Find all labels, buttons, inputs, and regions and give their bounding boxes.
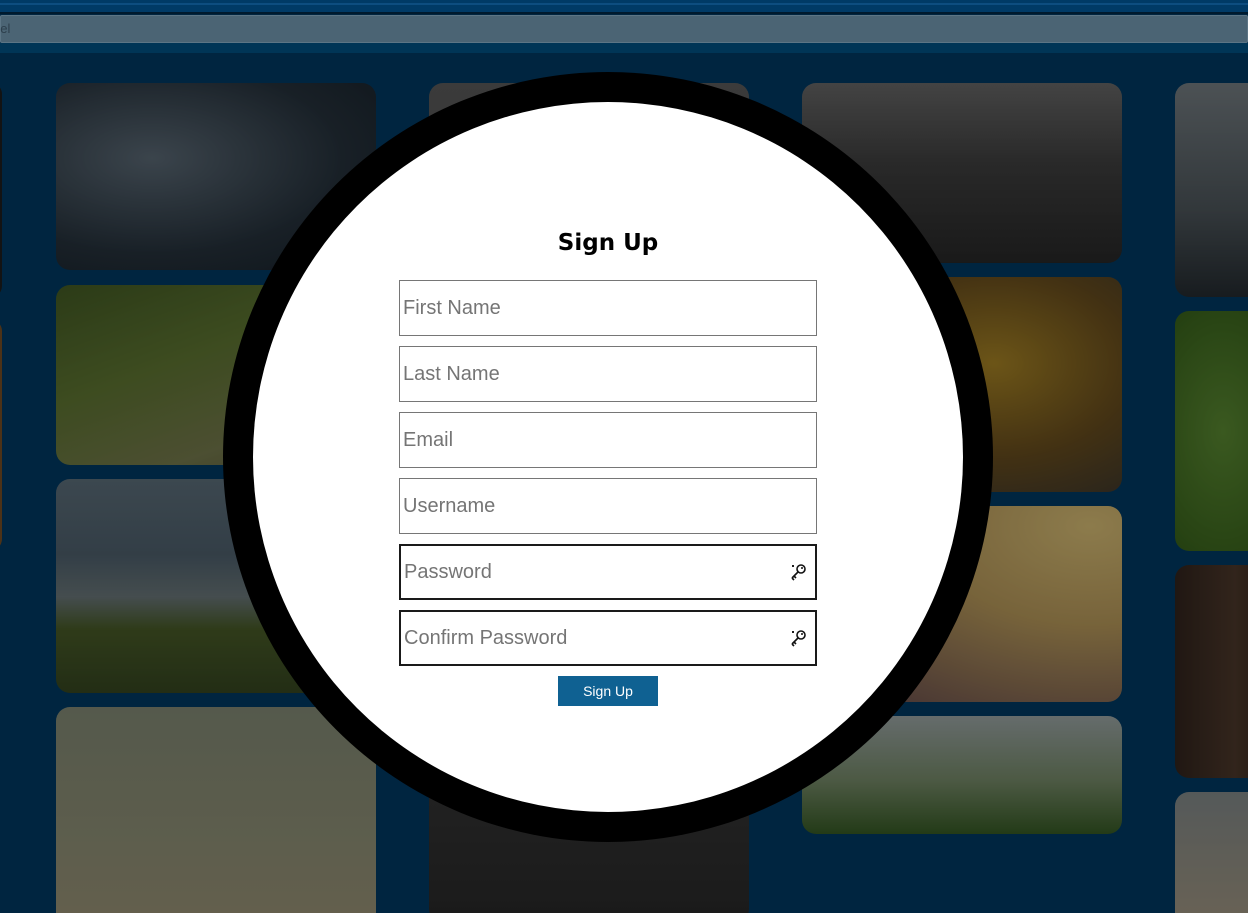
- gallery-image-beach[interactable]: [56, 707, 376, 913]
- confirm-password-input[interactable]: [401, 612, 815, 664]
- search-text: bel: [0, 21, 11, 36]
- header-strip: [0, 43, 1248, 53]
- gallery-image-edge[interactable]: [0, 83, 2, 297]
- email-field: [399, 412, 817, 468]
- gallery-image-town[interactable]: [1175, 83, 1248, 297]
- password-field: [399, 544, 817, 600]
- top-navigation-bar: [0, 0, 1248, 14]
- password-input[interactable]: [401, 546, 815, 598]
- search-bar[interactable]: bel: [0, 15, 1248, 43]
- username-input[interactable]: [400, 479, 816, 533]
- last-name-field: [399, 346, 817, 402]
- first-name-field: [399, 280, 817, 336]
- gallery-image-sand[interactable]: [1175, 792, 1248, 913]
- signup-title: Sign Up: [557, 230, 659, 256]
- confirm-password-field: [399, 610, 817, 666]
- gallery-image-edge[interactable]: [0, 320, 2, 550]
- email-input[interactable]: [400, 413, 816, 467]
- username-field: [399, 478, 817, 534]
- sign-up-button[interactable]: Sign Up: [558, 676, 658, 706]
- first-name-input[interactable]: [400, 281, 816, 335]
- last-name-input[interactable]: [400, 347, 816, 401]
- password-key-icon[interactable]: [789, 628, 809, 648]
- password-key-icon[interactable]: [789, 562, 809, 582]
- gallery-image-leaf-drops[interactable]: [1175, 311, 1248, 551]
- gallery-image-forest[interactable]: [1175, 565, 1248, 778]
